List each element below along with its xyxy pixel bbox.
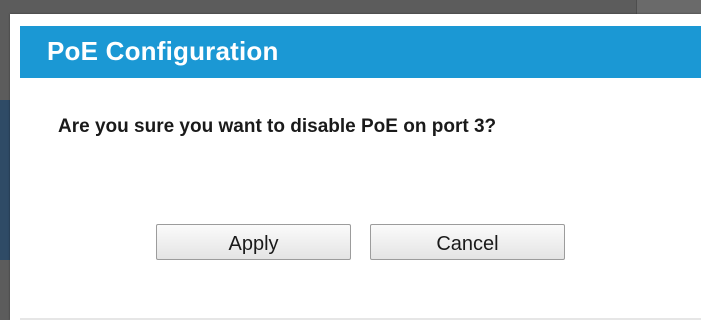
dialog-header: PoE Configuration	[20, 26, 701, 78]
confirmation-message: Are you sure you want to disable PoE on …	[58, 116, 497, 137]
apply-button[interactable]: Apply	[156, 224, 351, 260]
poe-confirmation-dialog: PoE Configuration Are you sure you want …	[10, 14, 701, 320]
background-panel-left	[0, 100, 10, 260]
cancel-button[interactable]: Cancel	[370, 224, 565, 260]
dialog-title: PoE Configuration	[47, 36, 279, 66]
